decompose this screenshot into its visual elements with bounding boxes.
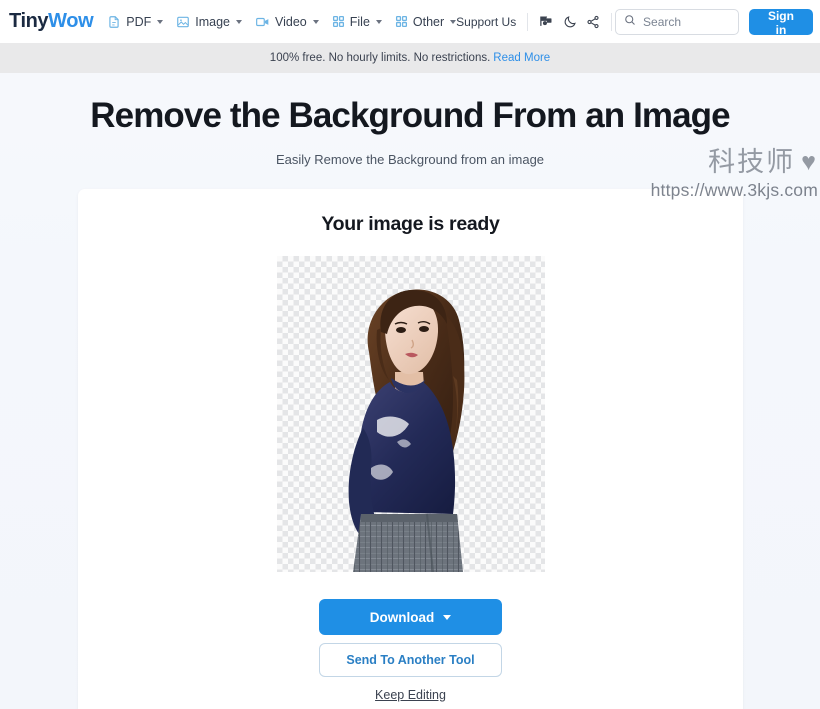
page-subtitle: Easily Remove the Background from an ima… [275, 152, 545, 168]
search-box[interactable] [615, 8, 739, 35]
keep-editing-link[interactable]: Keep Editing [375, 688, 446, 702]
download-button-label: Download [369, 609, 435, 625]
region-flag-icon[interactable] [539, 14, 554, 29]
logo-text-primary: Tiny [9, 10, 49, 32]
promo-banner: 100% free. No hourly limits. No restrict… [0, 43, 820, 73]
page-title: Remove the Background From an Image [90, 96, 730, 135]
image-picture-icon [176, 15, 190, 29]
nav-item-label: Image [195, 14, 230, 29]
subject-person-image [348, 289, 464, 572]
grid-squares-icon [395, 15, 408, 28]
share-icon[interactable] [586, 15, 600, 29]
read-more-link[interactable]: Read More [493, 52, 550, 64]
chevron-down-icon [375, 19, 382, 24]
chevron-down-icon [312, 19, 319, 24]
site-header: TinyWow PDF Image Video File Other Suppo… [0, 0, 820, 43]
search-icon [624, 13, 636, 31]
header-right-group: Support Us Search Sign in [456, 8, 814, 37]
nav-item-pdf[interactable]: PDF [107, 14, 164, 29]
image-preview-transparent[interactable] [276, 256, 545, 572]
logo[interactable]: TinyWow [9, 10, 94, 33]
promo-banner-text: 100% free. No hourly limits. No restrict… [269, 52, 491, 64]
action-button-group: Download Send To Another Tool Keep Editi… [78, 599, 743, 709]
sign-in-button[interactable]: Sign in [748, 8, 814, 37]
chevron-down-icon [443, 614, 452, 620]
chevron-down-icon [236, 19, 242, 24]
hero-section: Remove the Background From an Image Easi… [0, 73, 820, 167]
send-to-another-tool-button[interactable]: Send To Another Tool [319, 643, 502, 677]
nav-item-other[interactable]: Other [395, 14, 457, 29]
search-input[interactable] [643, 14, 730, 29]
card-title: Your image is ready [321, 213, 500, 235]
page-root: TinyWow PDF Image Video File Other Suppo… [0, 0, 820, 709]
nav-item-label: File [349, 14, 370, 29]
logo-text-secondary: Wow [48, 10, 94, 32]
download-button[interactable]: Download [319, 599, 502, 635]
nav-item-image[interactable]: Image [176, 15, 242, 29]
nav-item-video[interactable]: Video [255, 15, 319, 29]
grid-squares-icon [332, 15, 345, 28]
pdf-document-icon [107, 15, 121, 29]
result-card: Your image is ready Download Send To Ano… [78, 189, 743, 709]
nav-item-label: Video [275, 14, 307, 29]
video-camera-icon [255, 15, 270, 29]
divider [611, 12, 613, 31]
nav-item-file[interactable]: File [332, 15, 382, 29]
main-nav: PDF Image Video File Other [107, 14, 457, 29]
nav-item-label: PDF [126, 14, 152, 29]
nav-item-label: Other [412, 14, 445, 29]
chevron-down-icon [157, 19, 164, 24]
moon-dark-mode-icon[interactable] [563, 15, 577, 29]
header-icon-group [528, 14, 611, 29]
support-us-link[interactable]: Support Us [456, 15, 516, 29]
